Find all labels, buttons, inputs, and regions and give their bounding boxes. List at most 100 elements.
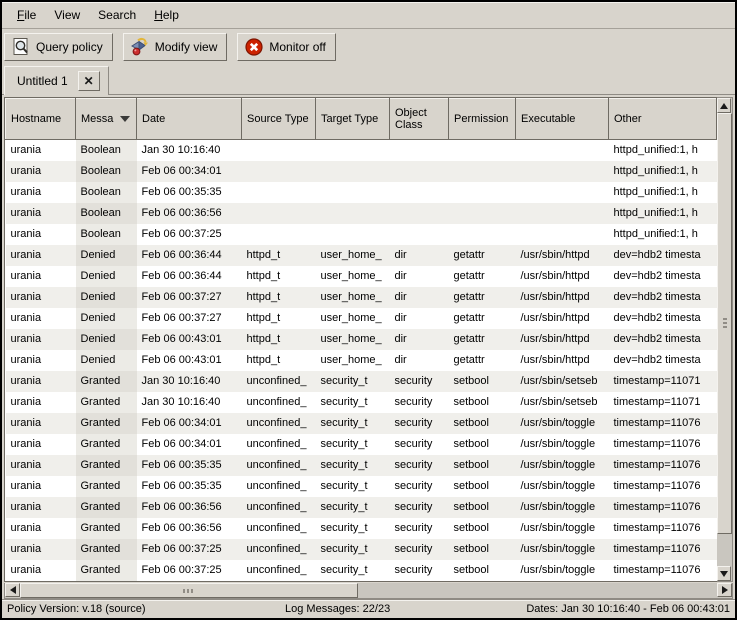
table-row[interactable]: uraniaDeniedFeb 06 00:37:27httpd_tuser_h… bbox=[6, 287, 717, 308]
column-header-executable[interactable]: Executable bbox=[516, 99, 609, 140]
cell-object_class: security bbox=[390, 455, 449, 476]
query-policy-button[interactable]: Query policy bbox=[4, 33, 113, 61]
cell-target_type bbox=[316, 203, 390, 224]
cell-source_type: unconfined_ bbox=[242, 518, 316, 539]
table-row[interactable]: uraniaBooleanFeb 06 00:34:01httpd_unifie… bbox=[6, 161, 717, 182]
cell-executable: /usr/sbin/httpd bbox=[516, 287, 609, 308]
table-row[interactable]: uraniaGrantedFeb 06 00:37:25unconfined_s… bbox=[6, 539, 717, 560]
column-header-other[interactable]: Other bbox=[609, 99, 717, 140]
table-row[interactable]: uraniaGrantedFeb 06 00:36:56unconfined_s… bbox=[6, 497, 717, 518]
table-row[interactable]: uraniaDeniedFeb 06 00:36:44httpd_tuser_h… bbox=[6, 245, 717, 266]
cell-object_class: security bbox=[390, 539, 449, 560]
column-header-source-type[interactable]: Source Type bbox=[242, 99, 316, 140]
table-row[interactable]: uraniaGrantedJan 30 10:16:40unconfined_s… bbox=[6, 371, 717, 392]
scroll-right-button[interactable] bbox=[717, 583, 732, 597]
cell-target_type: user_home_ bbox=[316, 287, 390, 308]
table-row[interactable]: uraniaGrantedFeb 06 00:34:01unconfined_s… bbox=[6, 413, 717, 434]
table-row[interactable]: uraniaGrantedFeb 06 00:34:01unconfined_s… bbox=[6, 434, 717, 455]
cell-target_type: security_t bbox=[316, 497, 390, 518]
vertical-scroll-track[interactable] bbox=[717, 113, 732, 566]
cell-source_type bbox=[242, 203, 316, 224]
column-header-target-type[interactable]: Target Type bbox=[316, 99, 390, 140]
scroll-down-button[interactable] bbox=[717, 566, 731, 581]
cell-hostname: urania bbox=[6, 350, 76, 371]
column-header-date[interactable]: Date bbox=[137, 99, 242, 140]
cell-message: Granted bbox=[76, 434, 137, 455]
cell-target_type bbox=[316, 140, 390, 161]
table-row[interactable]: uraniaGrantedJan 30 10:16:40unconfined_s… bbox=[6, 392, 717, 413]
column-header-hostname[interactable]: Hostname bbox=[6, 99, 76, 140]
cell-source_type bbox=[242, 182, 316, 203]
cell-hostname: urania bbox=[6, 497, 76, 518]
cell-date: Feb 06 00:36:44 bbox=[137, 245, 242, 266]
scroll-right-icon bbox=[722, 586, 728, 594]
monitor-off-button[interactable]: Monitor off bbox=[237, 33, 335, 61]
horizontal-scroll-track[interactable] bbox=[20, 583, 717, 598]
cell-date: Feb 06 00:37:25 bbox=[137, 560, 242, 581]
cell-message: Granted bbox=[76, 392, 137, 413]
cell-message: Granted bbox=[76, 497, 137, 518]
cell-hostname: urania bbox=[6, 329, 76, 350]
scroll-grip-icon bbox=[183, 589, 195, 593]
cell-source_type: httpd_t bbox=[242, 308, 316, 329]
table-row[interactable]: uraniaGrantedFeb 06 00:35:35unconfined_s… bbox=[6, 476, 717, 497]
cell-source_type bbox=[242, 161, 316, 182]
status-bar: Policy Version: v.18 (source) Log Messag… bbox=[2, 599, 735, 618]
cell-permission bbox=[449, 182, 516, 203]
close-icon: ✕ bbox=[84, 74, 94, 88]
vertical-scroll-thumb[interactable] bbox=[717, 113, 732, 534]
cell-hostname: urania bbox=[6, 308, 76, 329]
table-row[interactable]: uraniaDeniedFeb 06 00:37:27httpd_tuser_h… bbox=[6, 308, 717, 329]
cell-object_class: security bbox=[390, 560, 449, 581]
column-header-object-class[interactable]: Object Class bbox=[390, 99, 449, 140]
cell-date: Feb 06 00:35:35 bbox=[137, 476, 242, 497]
cell-source_type: httpd_t bbox=[242, 287, 316, 308]
tab-close-button[interactable]: ✕ bbox=[78, 71, 100, 91]
cell-message: Denied bbox=[76, 308, 137, 329]
table-header-row: Hostname Messa Date Source Type Target T… bbox=[6, 99, 717, 140]
log-view: Hostname Messa Date Source Type Target T… bbox=[4, 97, 733, 599]
table-row[interactable]: uraniaDeniedFeb 06 00:36:44httpd_tuser_h… bbox=[6, 266, 717, 287]
column-header-message[interactable]: Messa bbox=[76, 99, 137, 140]
table-row[interactable]: uraniaBooleanFeb 06 00:35:35httpd_unifie… bbox=[6, 182, 717, 203]
table-row[interactable]: uraniaBooleanFeb 06 00:37:25httpd_unifie… bbox=[6, 224, 717, 245]
table-row[interactable]: uraniaGrantedFeb 06 00:36:56unconfined_s… bbox=[6, 518, 717, 539]
menu-help[interactable]: Help bbox=[145, 4, 188, 26]
menu-file[interactable]: File bbox=[8, 4, 45, 26]
cell-other: dev=hdb2 timesta bbox=[609, 329, 717, 350]
cell-target_type: security_t bbox=[316, 392, 390, 413]
tab-label: Untitled 1 bbox=[17, 74, 68, 88]
vertical-scrollbar[interactable] bbox=[717, 97, 733, 582]
cell-date: Feb 06 00:36:44 bbox=[137, 266, 242, 287]
modify-view-button[interactable]: Modify view bbox=[123, 33, 228, 61]
dates-status: Dates: Jan 30 10:16:40 - Feb 06 00:43:01 bbox=[526, 603, 730, 615]
cell-target_type bbox=[316, 224, 390, 245]
table-row[interactable]: uraniaBooleanJan 30 10:16:40httpd_unifie… bbox=[6, 140, 717, 161]
table-row[interactable]: uraniaGrantedFeb 06 00:37:25unconfined_s… bbox=[6, 560, 717, 581]
cell-source_type: unconfined_ bbox=[242, 392, 316, 413]
scroll-left-icon bbox=[10, 586, 16, 594]
scroll-left-button[interactable] bbox=[5, 583, 20, 597]
table-row[interactable]: uraniaDeniedFeb 06 00:43:01httpd_tuser_h… bbox=[6, 329, 717, 350]
horizontal-scrollbar[interactable] bbox=[4, 583, 733, 599]
table-row[interactable]: uraniaDeniedFeb 06 00:43:01httpd_tuser_h… bbox=[6, 350, 717, 371]
tab-untitled-1[interactable]: Untitled 1 ✕ bbox=[4, 66, 109, 95]
cell-date: Feb 06 00:34:01 bbox=[137, 413, 242, 434]
cell-hostname: urania bbox=[6, 518, 76, 539]
cell-executable: /usr/sbin/setseb bbox=[516, 392, 609, 413]
horizontal-scroll-thumb[interactable] bbox=[20, 583, 358, 598]
table-row[interactable]: uraniaBooleanFeb 06 00:36:56httpd_unifie… bbox=[6, 203, 717, 224]
cell-executable: /usr/sbin/httpd bbox=[516, 245, 609, 266]
cell-permission: getattr bbox=[449, 308, 516, 329]
menu-view[interactable]: View bbox=[45, 4, 89, 26]
cell-hostname: urania bbox=[6, 182, 76, 203]
cell-permission: setbool bbox=[449, 392, 516, 413]
cell-executable: /usr/sbin/setseb bbox=[516, 371, 609, 392]
column-header-permission[interactable]: Permission bbox=[449, 99, 516, 140]
cell-source_type: unconfined_ bbox=[242, 434, 316, 455]
menu-search[interactable]: Search bbox=[89, 4, 145, 26]
table-row[interactable]: uraniaGrantedFeb 06 00:35:35unconfined_s… bbox=[6, 455, 717, 476]
cell-permission: setbool bbox=[449, 413, 516, 434]
scroll-up-button[interactable] bbox=[717, 98, 731, 113]
cell-executable bbox=[516, 224, 609, 245]
